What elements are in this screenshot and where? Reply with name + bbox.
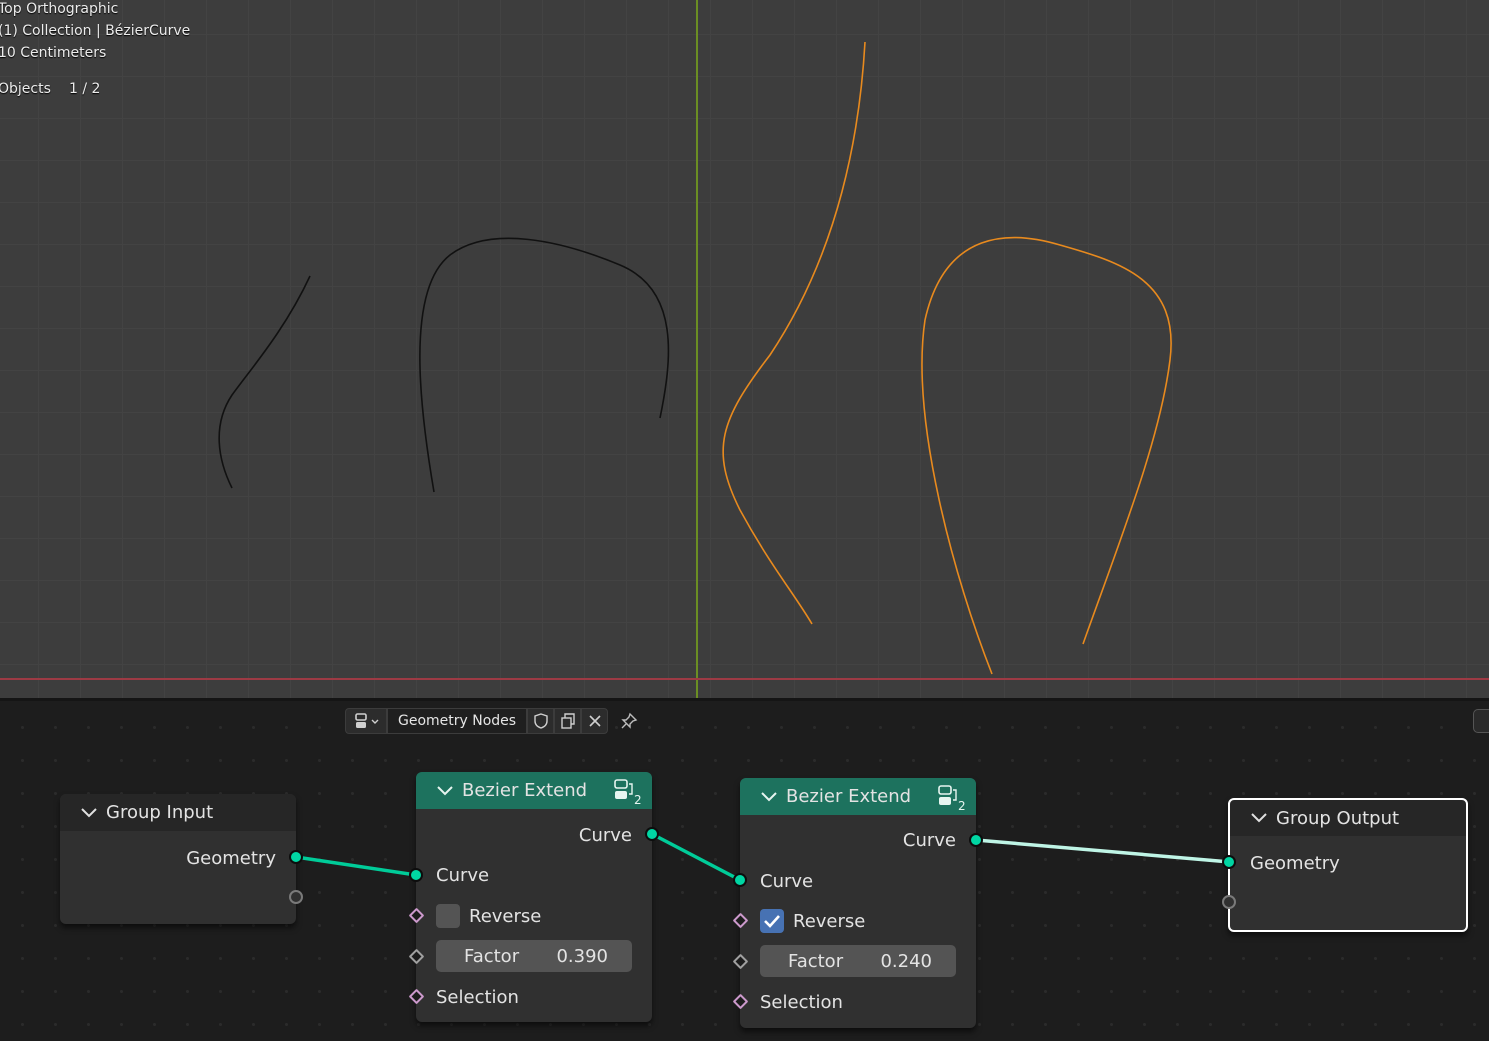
- reverse-checkbox[interactable]: [760, 909, 784, 933]
- socket-label: Geometry: [1250, 852, 1340, 874]
- curve-output-socket[interactable]: [645, 827, 659, 841]
- socket-label: Curve: [760, 870, 814, 892]
- output-row-curve: Curve: [416, 820, 652, 850]
- field-label: Factor: [464, 945, 520, 967]
- chevron-down-icon[interactable]: [80, 807, 98, 819]
- node-group-icon: 2: [938, 785, 966, 810]
- selected-curve-left-stroke: [722, 41, 866, 625]
- user-count: 2: [634, 793, 642, 804]
- curve-output-socket[interactable]: [969, 833, 983, 847]
- field-value: 0.240: [880, 950, 932, 972]
- chevron-down-icon[interactable]: [760, 791, 778, 803]
- socket-label: Curve: [902, 829, 956, 851]
- input-row-curve: Curve: [740, 866, 976, 896]
- input-row-curve: Curve: [416, 860, 652, 890]
- socket-label: Geometry: [186, 847, 276, 869]
- input-row-reverse: Reverse: [740, 906, 976, 936]
- factor-field[interactable]: Factor 0.240: [760, 945, 956, 977]
- link-extend1-to-extend2: [651, 832, 741, 882]
- field-label: Factor: [788, 950, 844, 972]
- group-input-node[interactable]: Group Input Geometry: [60, 794, 303, 924]
- node-header[interactable]: Bezier Extend 2: [740, 778, 976, 815]
- group-output-node[interactable]: Group Output Geometry: [1222, 798, 1468, 932]
- user-count: 2: [958, 799, 966, 810]
- input-row-selection: Selection: [740, 987, 976, 1017]
- node-header[interactable]: Group Output: [1230, 800, 1466, 836]
- curve-objects: [218, 41, 1172, 675]
- input-row-reverse: Reverse: [416, 901, 652, 931]
- reverse-checkbox[interactable]: [436, 904, 460, 928]
- unselected-curve-left-stroke: [218, 275, 311, 489]
- unselected-curve-arch: [419, 237, 670, 493]
- node-title: Bezier Extend: [786, 786, 912, 807]
- socket-label: Selection: [436, 986, 519, 1008]
- node-title: Group Input: [106, 802, 214, 823]
- curve-input-socket[interactable]: [409, 868, 423, 882]
- geometry-input-socket[interactable]: [1222, 855, 1236, 869]
- node-group-icon: 2: [614, 779, 642, 804]
- chevron-down-icon[interactable]: [436, 785, 454, 797]
- checkbox-label: Reverse: [469, 905, 542, 927]
- input-row-geometry: Geometry: [1230, 848, 1466, 878]
- chevron-down-icon[interactable]: [1250, 812, 1268, 824]
- bezier-extend-node-1[interactable]: Bezier Extend 2 Curve Curve Reverse Fact…: [408, 772, 659, 1022]
- checkbox-label: Reverse: [793, 910, 866, 932]
- node-title: Bezier Extend: [462, 780, 588, 801]
- geometry-output-socket[interactable]: [289, 850, 303, 864]
- link-input-to-extend1: [295, 855, 417, 877]
- socket-label: Curve: [578, 824, 632, 846]
- socket-label: Selection: [760, 991, 843, 1013]
- field-value: 0.390: [556, 945, 608, 967]
- checkmark-icon: [764, 915, 780, 928]
- node-header[interactable]: Bezier Extend 2: [416, 772, 652, 809]
- link-extend2-to-output: [975, 838, 1231, 864]
- socket-label: Curve: [436, 864, 490, 886]
- node-title: Group Output: [1276, 807, 1400, 829]
- curve-input-socket[interactable]: [733, 873, 747, 887]
- bezier-extend-node-2[interactable]: Bezier Extend 2 Curve Curve Reverse Fact…: [732, 778, 983, 1028]
- node-header[interactable]: Group Input: [60, 794, 296, 831]
- output-row-curve: Curve: [740, 825, 976, 855]
- empty-output-socket[interactable]: [289, 890, 303, 904]
- 3d-viewport[interactable]: Top Orthographic (1) Collection | Bézier…: [0, 0, 1489, 698]
- output-row-geometry: Geometry: [60, 843, 296, 873]
- input-row-selection: Selection: [416, 982, 652, 1012]
- node-editor[interactable]: Geometry Nodes Group Input Geometry Bezi…: [0, 701, 1489, 1041]
- empty-input-socket[interactable]: [1222, 895, 1236, 909]
- selected-curve-arch: [921, 236, 1172, 675]
- factor-field[interactable]: Factor 0.390: [436, 940, 632, 972]
